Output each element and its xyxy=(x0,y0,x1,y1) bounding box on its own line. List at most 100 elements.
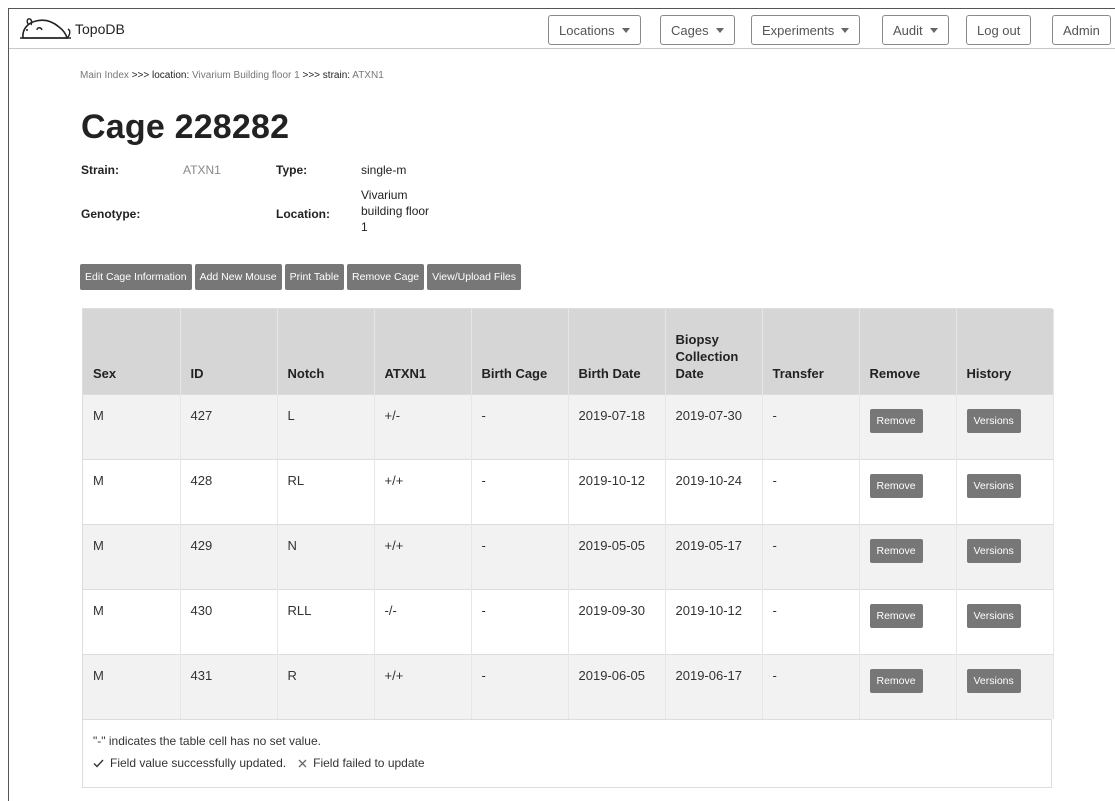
cell-biopsy-date[interactable]: 2019-10-12 xyxy=(665,588,763,654)
remove-mouse-button[interactable]: Remove xyxy=(869,473,923,498)
legend-success: Field value successfully updated. xyxy=(110,756,287,770)
cell-remove: Remove xyxy=(859,653,957,719)
header-atxn1: ATXN1 xyxy=(374,309,472,394)
cell-notch[interactable]: R xyxy=(277,653,375,719)
breadcrumb-location[interactable]: Vivarium Building floor 1 xyxy=(192,70,300,81)
cell-notch[interactable]: RL xyxy=(277,458,375,524)
cell-birth-cage[interactable]: - xyxy=(471,458,569,524)
cell-biopsy-date[interactable]: 2019-05-17 xyxy=(665,523,763,589)
cell-remove: Remove xyxy=(859,458,957,524)
strain-label: Strain: xyxy=(81,163,120,177)
header-transfer: Transfer xyxy=(762,309,860,394)
cell-atxn1[interactable]: +/+ xyxy=(374,458,472,524)
page-title: Cage 228282 xyxy=(81,108,290,146)
caret-down-icon xyxy=(929,28,938,33)
cell-birth-date[interactable]: 2019-07-18 xyxy=(568,393,666,459)
cell-birth-cage[interactable]: - xyxy=(471,653,569,719)
versions-button[interactable]: Versions xyxy=(966,473,1021,498)
remove-mouse-button[interactable]: Remove xyxy=(869,668,923,693)
cell-remove: Remove xyxy=(859,588,957,654)
header-history: History xyxy=(956,309,1054,394)
logout-label: Log out xyxy=(977,22,1021,38)
cell-transfer[interactable]: - xyxy=(762,588,860,654)
type-label: Type: xyxy=(276,163,308,177)
legend-fail: Field failed to update xyxy=(313,756,425,770)
cell-transfer[interactable]: - xyxy=(762,393,860,459)
strain-value: ATXN1 xyxy=(183,163,221,177)
nav-locations-dropdown[interactable]: Locations xyxy=(548,15,641,45)
cell-birth-date[interactable]: 2019-05-05 xyxy=(568,523,666,589)
versions-button[interactable]: Versions xyxy=(966,668,1021,693)
admin-button[interactable]: Admin xyxy=(1052,15,1111,45)
nav-audit-dropdown[interactable]: Audit xyxy=(882,15,949,45)
cell-birth-date[interactable]: 2019-10-12 xyxy=(568,458,666,524)
versions-button[interactable]: Versions xyxy=(966,408,1021,433)
genotype-label: Genotype: xyxy=(81,207,141,221)
cell-sex[interactable]: M xyxy=(83,393,181,459)
breadcrumb-main-index[interactable]: Main Index xyxy=(80,70,129,81)
cell-id[interactable]: 430 xyxy=(180,588,278,654)
cell-birth-cage[interactable]: - xyxy=(471,393,569,459)
cage-actions: Edit Cage Information Add New Mouse Prin… xyxy=(80,264,522,290)
breadcrumb-strain-key: strain: xyxy=(322,70,351,81)
remove-mouse-button[interactable]: Remove xyxy=(869,603,923,628)
nav-experiments-dropdown[interactable]: Experiments xyxy=(751,15,861,45)
header-sex: Sex xyxy=(83,309,181,394)
cell-sex[interactable]: M xyxy=(83,458,181,524)
nav-locations-label: Locations xyxy=(559,22,615,38)
versions-button[interactable]: Versions xyxy=(966,603,1021,628)
cell-transfer[interactable]: - xyxy=(762,523,860,589)
cell-history: Versions xyxy=(956,458,1054,524)
cell-history: Versions xyxy=(956,393,1054,459)
cell-atxn1[interactable]: +/+ xyxy=(374,653,472,719)
table-row: M 430 RLL -/- - 2019-09-30 2019-10-12 - … xyxy=(83,588,1054,654)
remove-mouse-button[interactable]: Remove xyxy=(869,408,923,433)
cell-atxn1[interactable]: +/+ xyxy=(374,523,472,589)
location-label: Location: xyxy=(276,207,330,221)
mice-table-container: Sex ID Notch ATXN1 Birth Cage Birth Date… xyxy=(82,308,1054,719)
remove-mouse-button[interactable]: Remove xyxy=(869,538,923,563)
location-value: Vivarium building floor 1 xyxy=(361,187,429,235)
cell-sex[interactable]: M xyxy=(83,588,181,654)
cell-transfer[interactable]: - xyxy=(762,653,860,719)
add-mouse-button[interactable]: Add New Mouse xyxy=(194,264,282,290)
location-line: Vivarium xyxy=(361,188,408,202)
cell-atxn1[interactable]: -/- xyxy=(374,588,472,654)
edit-cage-button[interactable]: Edit Cage Information xyxy=(80,264,192,290)
cell-biopsy-date[interactable]: 2019-07-30 xyxy=(665,393,763,459)
cell-remove: Remove xyxy=(859,523,957,589)
legend-note: "-" indicates the table cell has no set … xyxy=(93,734,321,748)
cell-id[interactable]: 428 xyxy=(180,458,278,524)
cell-id[interactable]: 427 xyxy=(180,393,278,459)
nav-cages-dropdown[interactable]: Cages xyxy=(660,15,735,45)
cell-birth-date[interactable]: 2019-09-30 xyxy=(568,588,666,654)
legend-note-line: "-" indicates the table cell has no set … xyxy=(93,730,1041,752)
caret-down-icon xyxy=(621,28,630,33)
brand-name: TopoDB xyxy=(75,21,125,37)
print-table-button[interactable]: Print Table xyxy=(284,264,345,290)
brand[interactable]: TopoDB xyxy=(19,15,125,43)
logout-button[interactable]: Log out xyxy=(966,15,1032,45)
cell-notch[interactable]: L xyxy=(277,393,375,459)
cell-sex[interactable]: M xyxy=(83,523,181,589)
remove-cage-button[interactable]: Remove Cage xyxy=(347,264,425,290)
cell-notch[interactable]: N xyxy=(277,523,375,589)
table-row: M 431 R +/+ - 2019-06-05 2019-06-17 - Re… xyxy=(83,653,1054,719)
versions-button[interactable]: Versions xyxy=(966,538,1021,563)
cell-transfer[interactable]: - xyxy=(762,458,860,524)
cell-birth-cage[interactable]: - xyxy=(471,523,569,589)
cell-notch[interactable]: RLL xyxy=(277,588,375,654)
cell-birth-date[interactable]: 2019-06-05 xyxy=(568,653,666,719)
cell-birth-cage[interactable]: - xyxy=(471,588,569,654)
cell-id[interactable]: 429 xyxy=(180,523,278,589)
cell-biopsy-date[interactable]: 2019-10-24 xyxy=(665,458,763,524)
cell-biopsy-date[interactable]: 2019-06-17 xyxy=(665,653,763,719)
cell-id[interactable]: 431 xyxy=(180,653,278,719)
breadcrumb-strain[interactable]: ATXN1 xyxy=(352,70,384,81)
cell-sex[interactable]: M xyxy=(83,653,181,719)
header-birth-date: Birth Date xyxy=(568,309,666,394)
cell-atxn1[interactable]: +/- xyxy=(374,393,472,459)
breadcrumb-separator: >>> xyxy=(302,70,321,81)
table-row: M 427 L +/- - 2019-07-18 2019-07-30 - Re… xyxy=(83,393,1054,459)
view-upload-files-button[interactable]: View/Upload Files xyxy=(427,264,522,290)
